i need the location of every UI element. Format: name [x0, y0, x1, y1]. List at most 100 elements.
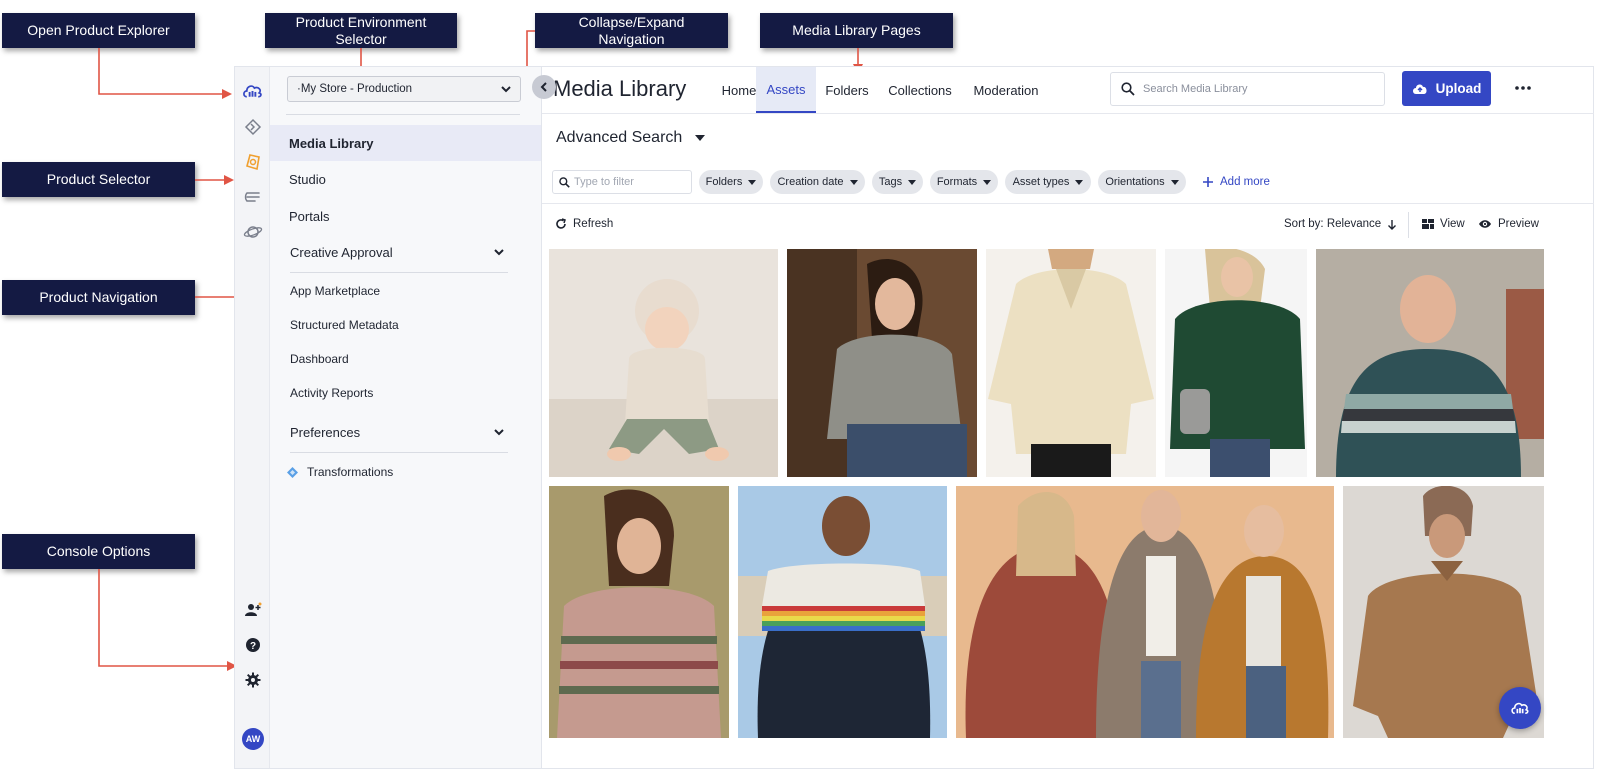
nav-item-label: Dashboard: [290, 352, 349, 366]
nav-item-creative-approval[interactable]: Creative Approval: [270, 235, 541, 269]
upload-button[interactable]: Upload: [1402, 71, 1491, 106]
nav-item-media-library[interactable]: Media Library: [270, 125, 541, 161]
sort-dropdown[interactable]: Sort by: Relevance: [1284, 218, 1397, 230]
chevron-down-icon: [493, 246, 505, 261]
striped-sweater-man-photo: [1316, 249, 1544, 477]
env-selector-value: ·My Store - Production: [297, 83, 413, 95]
add-more-button[interactable]: Add more: [1202, 170, 1270, 194]
search-box: [1110, 72, 1385, 106]
chip-asset-types[interactable]: Asset types: [1005, 170, 1091, 194]
refresh-button[interactable]: Refresh: [555, 218, 613, 230]
three-women-knits-photo: [956, 486, 1334, 738]
refresh-label: Refresh: [573, 218, 614, 230]
advanced-search-toggle[interactable]: Advanced Search: [556, 129, 706, 147]
more-options-button[interactable]: [1512, 78, 1534, 98]
nav-divider: [290, 452, 508, 453]
callout-open-product-explorer: Open Product Explorer: [2, 13, 195, 48]
media-library-app: ? AW ·My Store - Production Media Librar…: [234, 66, 1594, 769]
green-cable-knit-photo: [1165, 249, 1307, 477]
chip-label: Tags: [878, 176, 903, 188]
chip-tags[interactable]: Tags: [872, 170, 923, 194]
tab-folders[interactable]: Folders: [823, 67, 871, 113]
rainbow-stripe-sweater-photo: [738, 486, 947, 738]
caret-down-icon: [1075, 179, 1084, 185]
caret-down-icon: [694, 134, 706, 142]
asset-striped-sweater-man[interactable]: [1316, 249, 1544, 477]
search-input[interactable]: [1143, 83, 1363, 95]
planet-icon[interactable]: [242, 221, 263, 242]
upload-label: Upload: [1435, 81, 1482, 96]
refresh-icon: [555, 218, 567, 230]
asset-three-women-knits[interactable]: [956, 486, 1334, 738]
header-divider: [542, 113, 1594, 114]
callout-media-library-pages: Media Library Pages: [760, 13, 953, 48]
asset-grey-sweater[interactable]: [787, 249, 977, 477]
help-icon[interactable]: ?: [242, 634, 263, 655]
tab-assets[interactable]: Assets: [756, 67, 816, 113]
nav-item-label: Portals: [289, 208, 330, 224]
add-user-icon[interactable]: [242, 599, 263, 620]
tab-label: Folders: [825, 82, 869, 98]
fair-isle-sweater-photo: [549, 486, 729, 738]
svg-text:?: ?: [249, 641, 255, 652]
cloud-logo-icon[interactable]: [242, 80, 263, 101]
asset-baby-knit[interactable]: [549, 249, 778, 477]
code-diamond-icon[interactable]: [242, 116, 263, 137]
nav-item-studio[interactable]: Studio: [270, 162, 541, 196]
nav-item-dashboard[interactable]: Dashboard: [270, 342, 541, 376]
add-more-label: Add more: [1220, 176, 1270, 188]
tab-collections[interactable]: Collections: [886, 67, 954, 113]
nav-divider: [286, 114, 520, 115]
advanced-search-label: Advanced Search: [556, 129, 683, 146]
caret-down-icon: [983, 179, 992, 185]
filters-divider: [542, 203, 1594, 204]
tab-label: Home: [721, 82, 757, 98]
nav-item-label: Preferences: [290, 424, 361, 440]
media-library-icon[interactable]: [242, 151, 263, 172]
cloud-upload-icon: [1412, 83, 1428, 95]
transformations-icon: [286, 466, 299, 479]
avatar[interactable]: AW: [242, 728, 264, 750]
chevron-down-icon: [493, 426, 505, 441]
chip-folders[interactable]: Folders: [699, 170, 763, 194]
asset-rainbow-stripe-sweater[interactable]: [738, 486, 947, 738]
tab-moderation[interactable]: Moderation: [970, 67, 1042, 113]
search-icon: [1121, 82, 1135, 96]
eye-icon: [1478, 219, 1492, 229]
page-title: Media Library: [553, 76, 687, 101]
asset-green-cable-knit[interactable]: [1165, 249, 1307, 477]
nav-item-app-marketplace[interactable]: App Marketplace: [270, 274, 541, 308]
chip-orientations[interactable]: Orientations: [1098, 170, 1186, 194]
nav-item-structured-metadata[interactable]: Structured Metadata: [270, 308, 541, 342]
nav-item-transformations[interactable]: Transformations: [270, 455, 541, 489]
nav-item-label: Media Library: [289, 135, 374, 151]
filter-box: [552, 170, 692, 194]
arrow-down-icon: [1387, 219, 1397, 230]
view-button[interactable]: View: [1422, 218, 1465, 230]
settings-icon[interactable]: [242, 669, 263, 690]
cloud-assistant-button[interactable]: [1499, 687, 1541, 729]
preview-button[interactable]: Preview: [1478, 218, 1539, 230]
asset-fair-isle-sweater[interactable]: [549, 486, 729, 738]
nav-item-preferences[interactable]: Preferences: [270, 415, 541, 449]
callout-product-selector: Product Selector: [2, 162, 195, 197]
nav-item-label: Activity Reports: [290, 386, 374, 400]
chip-formats[interactable]: Formats: [930, 170, 998, 194]
nav-item-activity-reports[interactable]: Activity Reports: [270, 376, 541, 410]
view-label: View: [1440, 218, 1465, 230]
collapse-nav-button[interactable]: [532, 75, 556, 99]
product-env-selector[interactable]: ·My Store - Production: [287, 76, 521, 102]
chip-creation-date[interactable]: Creation date: [770, 170, 865, 194]
arrow-console-options: [98, 569, 237, 671]
chip-label: Orientations: [1105, 176, 1165, 188]
asset-cream-sweater[interactable]: [986, 249, 1156, 477]
caret-down-icon: [1170, 179, 1179, 185]
stack-icon[interactable]: [242, 186, 263, 207]
nav-item-label: Creative Approval: [290, 244, 393, 260]
filter-input[interactable]: [574, 176, 684, 188]
nav-item-portals[interactable]: Portals: [270, 199, 541, 233]
callout-collapse-expand: Collapse/Expand Navigation: [535, 13, 728, 48]
caret-down-icon: [908, 179, 917, 185]
main-content: Media Library Home Assets Folders Collec…: [542, 67, 1594, 768]
callout-console-options: Console Options: [2, 534, 195, 569]
